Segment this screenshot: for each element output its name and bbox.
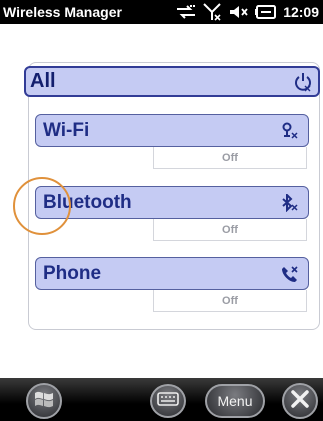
keyboard-button[interactable]	[150, 384, 186, 418]
phone-off-icon	[281, 265, 299, 288]
phone-state: Off	[153, 290, 307, 312]
app-title: Wireless Manager	[3, 4, 122, 20]
windows-start-icon	[33, 389, 55, 414]
volume-off-icon[interactable]	[229, 4, 249, 20]
status-icons: 12:09	[175, 0, 319, 24]
bluetooth-state-text: Off	[222, 223, 238, 236]
power-icon	[294, 72, 312, 97]
clock[interactable]: 12:09	[283, 4, 319, 20]
phone-state-text: Off	[222, 294, 238, 307]
close-button[interactable]	[282, 383, 318, 419]
connectivity-icon[interactable]	[175, 4, 197, 20]
phone-label: Phone	[43, 262, 102, 284]
phone-row[interactable]: Phone	[35, 257, 309, 290]
wifi-state: Off	[153, 147, 307, 169]
bluetooth-state: Off	[153, 219, 307, 241]
start-button[interactable]	[26, 383, 62, 419]
close-icon	[289, 388, 311, 415]
all-label: All	[30, 70, 56, 92]
signal-off-icon[interactable]	[203, 3, 223, 21]
status-bar: Wireless Manager 12:09	[0, 0, 323, 24]
wifi-off-icon	[281, 122, 299, 145]
wifi-row[interactable]: Wi-Fi	[35, 114, 309, 147]
wifi-state-text: Off	[222, 151, 238, 164]
wifi-label: Wi-Fi	[43, 119, 90, 141]
keyboard-icon	[157, 391, 179, 411]
bluetooth-row[interactable]: Bluetooth	[35, 186, 309, 219]
menu-label: Menu	[217, 393, 253, 409]
bluetooth-off-icon	[281, 192, 299, 217]
all-toggle-row[interactable]: All	[24, 66, 320, 97]
bluetooth-label: Bluetooth	[43, 191, 132, 213]
battery-charging-icon[interactable]	[255, 5, 277, 19]
menu-button[interactable]: Menu	[205, 384, 265, 418]
